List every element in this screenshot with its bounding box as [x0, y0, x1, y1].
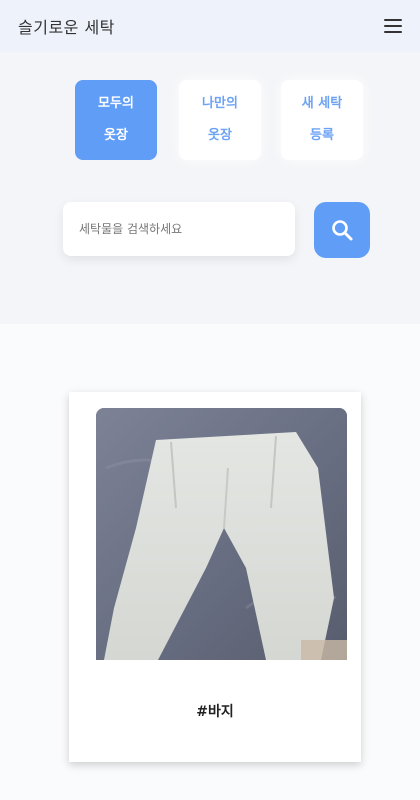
tab-everyone-closet[interactable]: 모두의 옷장 [75, 80, 157, 160]
menu-line [384, 25, 402, 27]
hamburger-menu-icon[interactable] [384, 19, 402, 33]
menu-line [384, 19, 402, 21]
tab-label-line2: 옷장 [208, 128, 232, 143]
clothing-card[interactable]: #바지 [69, 392, 361, 762]
app-header: 슬기로운 세탁 [0, 0, 420, 52]
search-section: 모두의 옷장 나만의 옷장 새 세탁 등록 [0, 52, 420, 324]
closet-list: #바지 [0, 324, 420, 800]
search-icon [332, 220, 353, 241]
clothing-tag: #바지 [196, 704, 234, 720]
tab-my-closet[interactable]: 나만의 옷장 [179, 80, 261, 160]
app-title[interactable]: 슬기로운 세탁 [18, 14, 115, 38]
search-input[interactable] [79, 222, 279, 236]
tab-new-laundry[interactable]: 새 세탁 등록 [281, 80, 363, 160]
tab-label-line1: 새 세탁 [301, 96, 343, 111]
tab-label-line1: 나만의 [202, 96, 238, 111]
tab-label-line2: 등록 [310, 128, 334, 143]
menu-line [384, 31, 402, 33]
search-field[interactable] [63, 202, 295, 256]
search-button[interactable] [314, 202, 370, 258]
white-pants-photo [96, 408, 347, 660]
tab-label-line2: 옷장 [104, 128, 128, 143]
tab-label-line1: 모두의 [98, 96, 134, 111]
